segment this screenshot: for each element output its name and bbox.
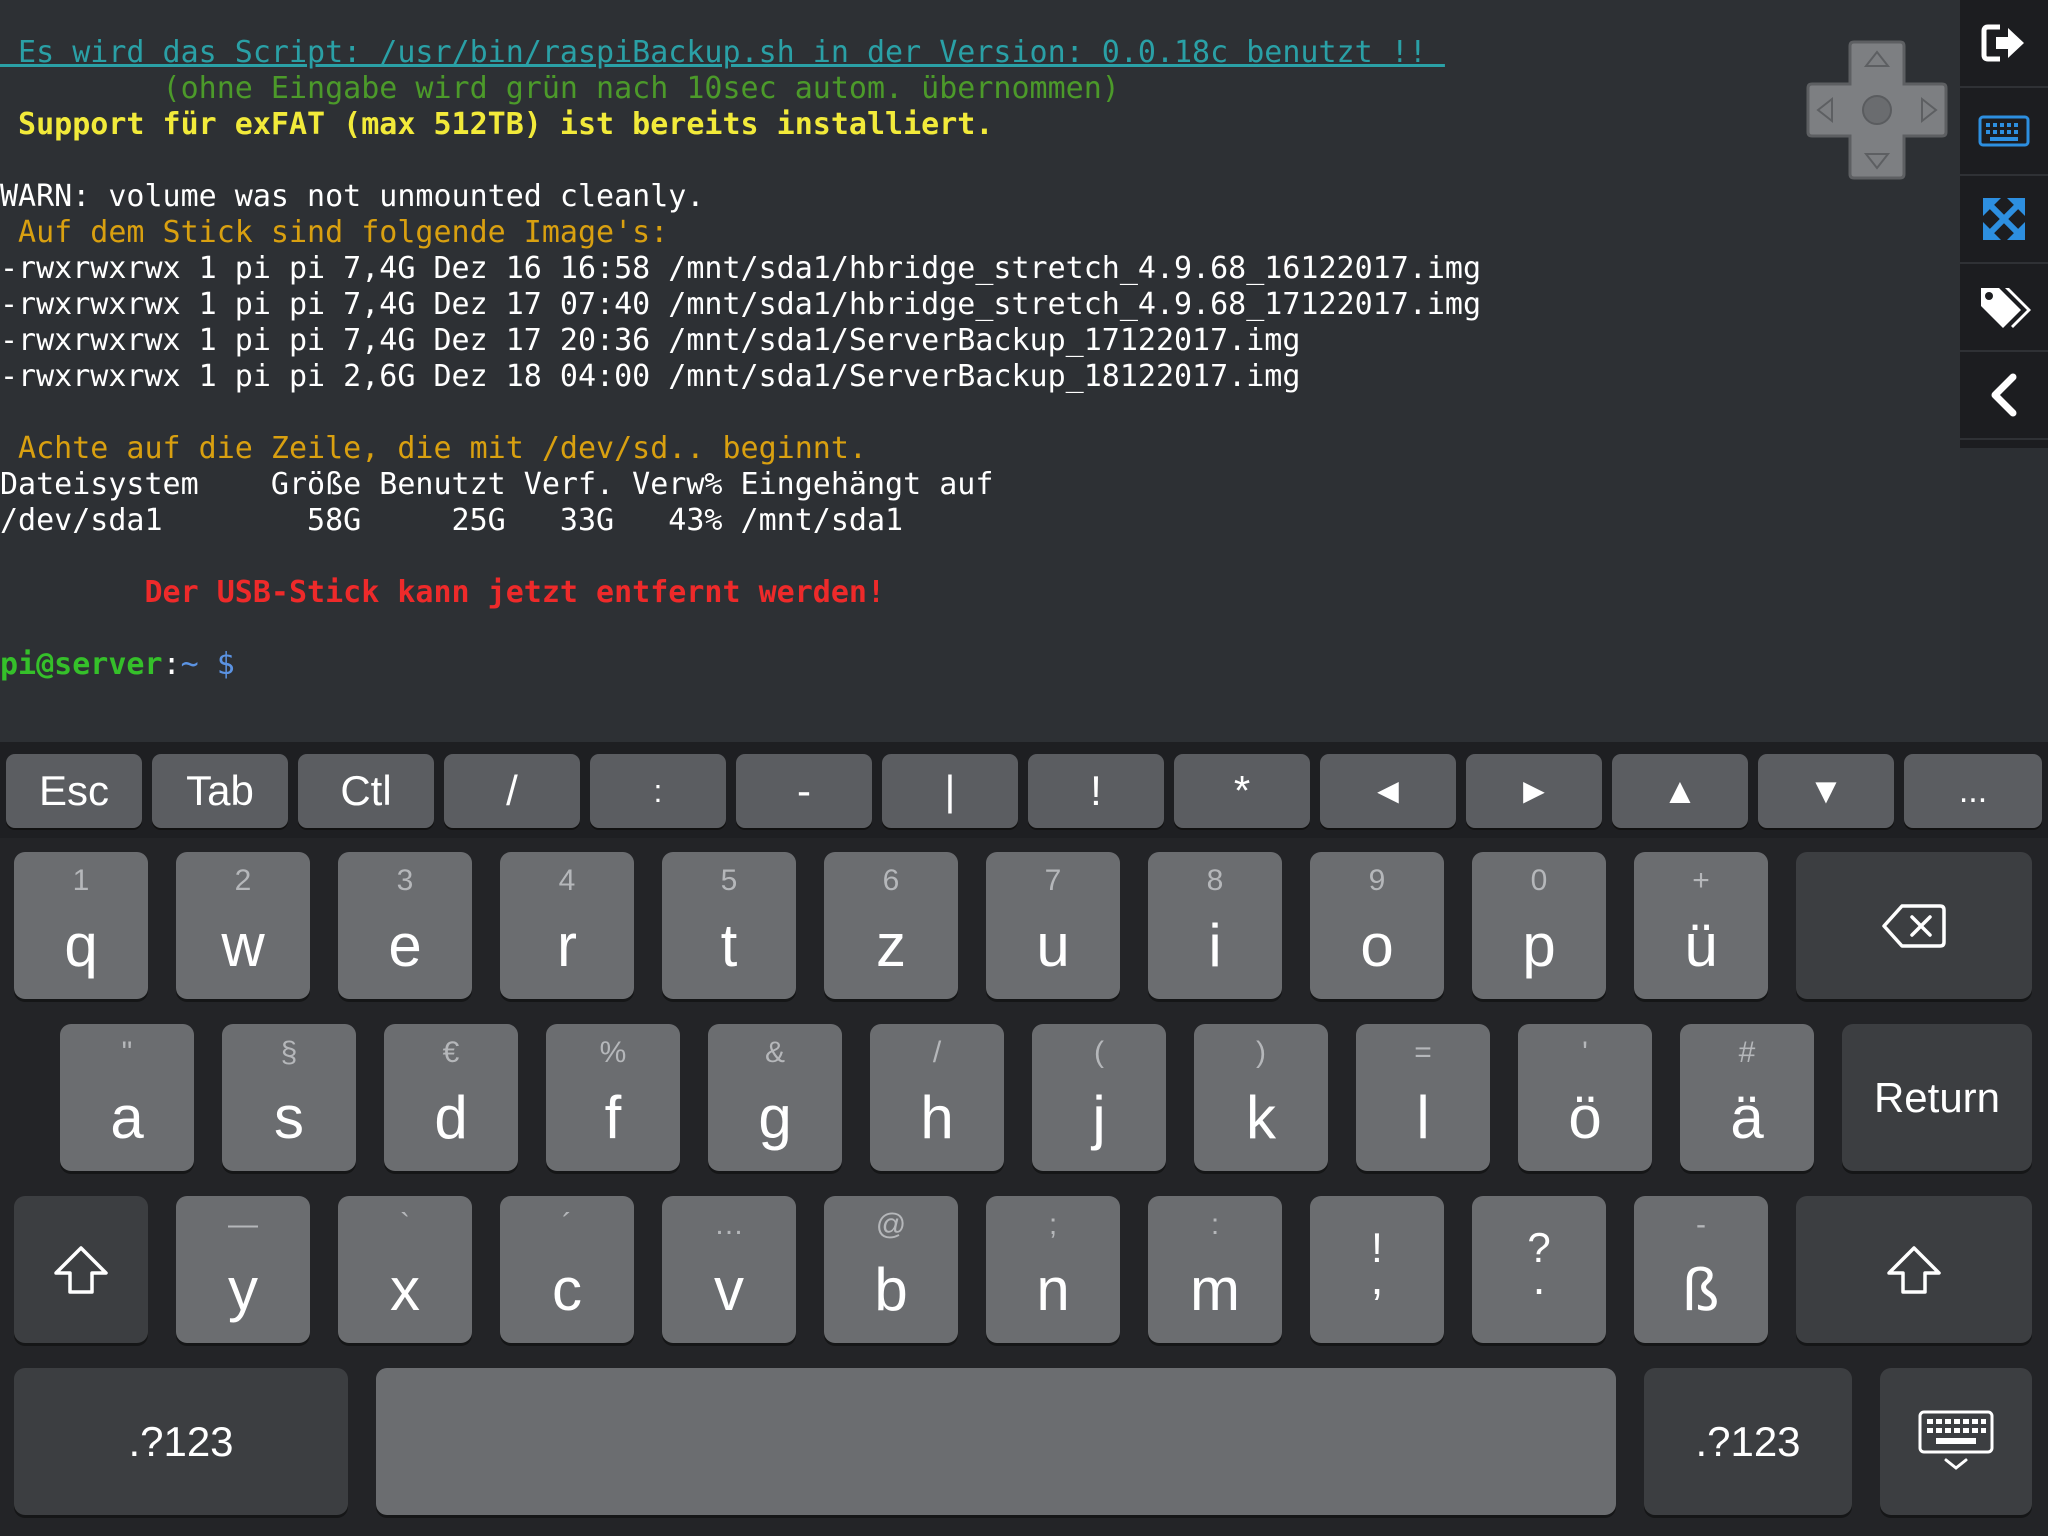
arrow-left-key[interactable]: ◄ <box>1320 754 1456 828</box>
pipe-key[interactable]: | <box>882 754 1018 828</box>
space-bar[interactable] <box>376 1368 1616 1515</box>
expand-icon <box>1983 198 2025 240</box>
key-v[interactable]: … v <box>662 1196 796 1343</box>
numbers-key-right[interactable]: .?123 <box>1644 1368 1852 1515</box>
accessory-key-row: Esc Tab Ctl / : - | ! * ◄ ► ▲ ▼ ... <box>0 742 2048 838</box>
terminal-output[interactable]: Es wird das Script: /usr/bin/raspiBackup… <box>0 0 1960 742</box>
tags-icon <box>1981 288 2031 328</box>
note-line: Achte auf die Zeile, die mit /dev/sd.. b… <box>0 431 867 466</box>
prompt-path: ~ $ <box>180 647 235 682</box>
key-k[interactable]: ) k <box>1194 1024 1328 1171</box>
key-o[interactable]: 9o <box>1310 852 1444 999</box>
keyboard-dismiss-icon <box>1918 1410 1994 1470</box>
key-p[interactable]: 0p <box>1472 852 1606 999</box>
keyboard-toggle-button[interactable] <box>1960 88 2048 176</box>
logout-icon <box>1981 24 2024 62</box>
key-j[interactable]: (j <box>1032 1024 1166 1171</box>
shift-right-key[interactable] <box>1796 1196 2032 1343</box>
file-line: -rwxrwxrwx 1 pi pi 7,4G Dez 17 20:36 /mn… <box>0 323 1301 358</box>
df-row-line: /dev/sda1 58G 25G 33G 43% /mnt/sda1 <box>0 503 904 538</box>
key-q[interactable]: 1q <box>14 852 148 999</box>
key-x[interactable]: ` x <box>338 1196 472 1343</box>
return-label: Return <box>1873 1073 2001 1121</box>
slash-key[interactable]: / <box>444 754 580 828</box>
key-a-umlaut[interactable]: # ä <box>1680 1024 1814 1171</box>
key-y[interactable]: — y <box>176 1196 310 1343</box>
keyboard-icon <box>1978 115 2030 147</box>
exfat-support-line: Support für exFAT (max 512TB) ist bereit… <box>0 107 994 142</box>
warning-line: WARN: volume was not unmounted cleanly. <box>0 179 705 214</box>
key-u-umlaut[interactable]: + ü <box>1634 852 1768 999</box>
tab-key[interactable]: Tab <box>152 754 288 828</box>
prompt-separator: : <box>162 647 181 682</box>
key-l[interactable]: = l <box>1356 1024 1490 1171</box>
key-z[interactable]: 6z <box>824 852 958 999</box>
prompt-user: pi@server <box>0 647 163 682</box>
return-key[interactable]: Return <box>1842 1024 2032 1171</box>
dismiss-keyboard-key[interactable] <box>1880 1368 2032 1515</box>
dpad-control[interactable] <box>1806 40 1948 180</box>
key-o-umlaut[interactable]: ' ö <box>1518 1024 1652 1171</box>
asterisk-key[interactable]: * <box>1174 754 1310 828</box>
key-a[interactable]: " a <box>60 1024 194 1171</box>
key-w[interactable]: 2w <box>176 852 310 999</box>
chevron-left-icon <box>1991 373 2017 417</box>
key-h[interactable]: / h <box>870 1024 1004 1171</box>
shift-icon <box>1887 1245 1941 1294</box>
dash-key[interactable]: - <box>736 754 872 828</box>
arrow-up-key[interactable]: ▲ <box>1612 754 1748 828</box>
backspace-key[interactable] <box>1796 852 2032 999</box>
arrow-right-key[interactable]: ► <box>1466 754 1602 828</box>
logout-button[interactable] <box>1960 0 2048 88</box>
key-e[interactable]: 3e <box>338 852 472 999</box>
key-b[interactable]: @ b <box>824 1196 958 1343</box>
fullscreen-button[interactable] <box>1960 176 2048 264</box>
shift-left-key[interactable] <box>14 1196 148 1343</box>
key-m[interactable]: :m <box>1148 1196 1282 1343</box>
numbers-key-left[interactable]: .?123 <box>14 1368 348 1515</box>
file-line: -rwxrwxrwx 1 pi pi 2,6G Dez 18 04:00 /mn… <box>0 359 1301 394</box>
collapse-button[interactable] <box>1960 352 2048 440</box>
onscreen-keyboard: 1q 2w 3e 4r 5t 6z 7u 8i 9o 0p + ü " a § s €… <box>0 838 2048 1536</box>
arrow-down-key[interactable]: ▼ <box>1758 754 1894 828</box>
esc-key[interactable]: Esc <box>6 754 142 828</box>
key-d[interactable]: € d <box>384 1024 518 1171</box>
tags-button[interactable] <box>1960 264 2048 352</box>
default-hint-line: (ohne Eingabe wird grün nach 10sec autom… <box>0 71 1120 106</box>
colon-key[interactable]: : <box>590 754 726 828</box>
key-eszett[interactable]: -ß <box>1634 1196 1768 1343</box>
script-version-line: Es wird das Script: /usr/bin/raspiBackup… <box>0 35 1445 70</box>
images-heading: Auf dem Stick sind folgende Image's: <box>0 215 669 250</box>
file-line: -rwxrwxrwx 1 pi pi 7,4G Dez 16 16:58 /mn… <box>0 251 1482 286</box>
backspace-icon <box>1882 903 1946 948</box>
shell-prompt: pi@server:~ $ <box>0 647 1960 683</box>
shift-icon <box>54 1245 108 1294</box>
key-comma[interactable]: !, <box>1310 1196 1444 1343</box>
key-u[interactable]: 7u <box>986 852 1120 999</box>
remove-stick-message: Der USB-Stick kann jetzt entfernt werden… <box>0 575 886 610</box>
key-t[interactable]: 5t <box>662 852 796 999</box>
key-c[interactable]: ´ c <box>500 1196 634 1343</box>
exclamation-key[interactable]: ! <box>1028 754 1164 828</box>
key-i[interactable]: 8i <box>1148 852 1282 999</box>
file-line: -rwxrwxrwx 1 pi pi 7,4G Dez 17 07:40 /mn… <box>0 287 1482 322</box>
ctrl-key[interactable]: Ctl <box>298 754 434 828</box>
key-s[interactable]: § s <box>222 1024 356 1171</box>
key-period[interactable]: ?. <box>1472 1196 1606 1343</box>
key-r[interactable]: 4r <box>500 852 634 999</box>
key-n[interactable]: ; n <box>986 1196 1120 1343</box>
side-toolbar <box>1960 0 2048 448</box>
key-f[interactable]: % f <box>546 1024 680 1171</box>
more-keys-key[interactable]: ... <box>1904 754 2042 828</box>
df-header-line: Dateisystem Größe Benutzt Verf. Verw% Ei… <box>0 467 994 502</box>
dpad-icon <box>1806 40 1948 180</box>
key-g[interactable]: & g <box>708 1024 842 1171</box>
